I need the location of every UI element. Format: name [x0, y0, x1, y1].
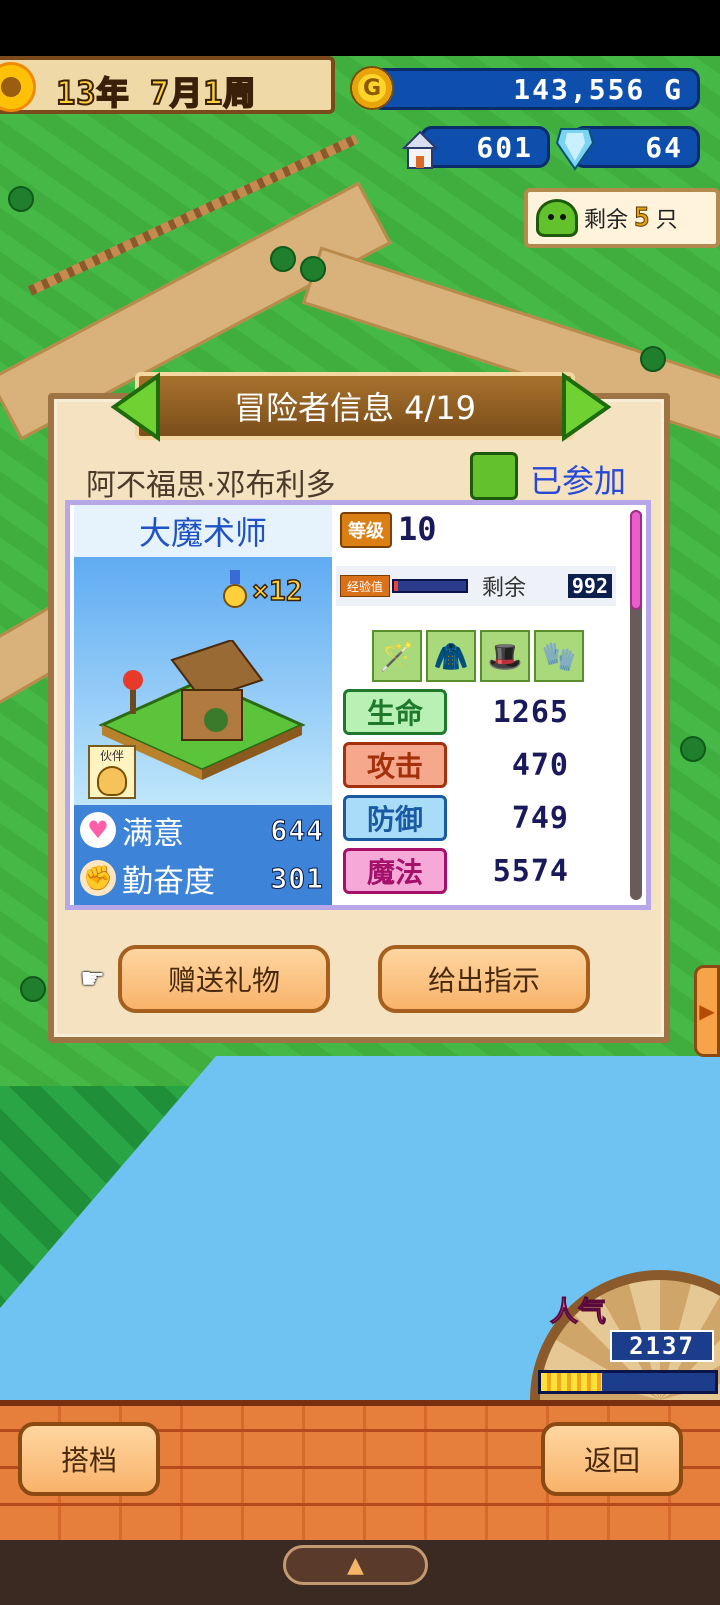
stat-value: 749	[511, 800, 569, 836]
tree-icon	[300, 256, 326, 282]
exp-tag: 经验值	[340, 575, 390, 597]
remaining-label: 剩余	[584, 208, 629, 233]
gold-coin-icon: G	[350, 66, 394, 110]
exp-row: 经验值 剩余 992	[336, 566, 616, 606]
stat-row: 攻击 470	[343, 740, 623, 790]
expand-up-button[interactable]: ▲	[283, 1545, 428, 1585]
stat-label: 魔法	[343, 848, 447, 894]
tree-icon	[20, 976, 46, 1002]
crystal-value: 64	[645, 130, 683, 164]
stat-label: 攻击	[343, 742, 447, 788]
next-adventurer-button[interactable]	[560, 372, 612, 442]
medal-count: ×12	[251, 573, 303, 608]
popularity-meter: 人气 2137	[520, 1270, 720, 1530]
robe-icon[interactable]: 🧥	[426, 630, 476, 682]
tree-icon	[640, 346, 666, 372]
slime-icon	[536, 199, 578, 237]
level-tag: 等级	[340, 512, 392, 548]
participation-status: 已参加	[530, 462, 627, 500]
remaining-unit: 只	[655, 208, 678, 233]
diligence-value: 301	[270, 861, 324, 895]
side-expand-tab[interactable]: ▶	[694, 965, 720, 1057]
date-display: 13年 7月1周	[0, 56, 335, 114]
medal-icon	[223, 570, 247, 608]
scrollbar[interactable]	[630, 510, 642, 900]
fist-icon: ✊	[80, 860, 116, 896]
scroll-thumb[interactable]	[630, 510, 642, 610]
remaining-value: 5	[634, 203, 651, 234]
gauntlet-icon[interactable]: 🧤	[534, 630, 584, 682]
tree-icon	[270, 246, 296, 272]
level-value: 10	[398, 510, 437, 548]
gold-counter: 143,556 G	[370, 68, 700, 110]
stat-value: 5574	[492, 853, 569, 889]
popularity-bar	[538, 1370, 718, 1394]
partner-badge[interactable]: 伙伴	[88, 745, 136, 799]
date-text: 13年 7月1周	[55, 73, 257, 113]
tree-icon	[8, 186, 34, 212]
hat-icon[interactable]: 🎩	[480, 630, 530, 682]
hero-class: 大魔术师	[74, 505, 332, 557]
crystal-icon	[555, 128, 595, 171]
satisfaction-value: 644	[270, 813, 324, 847]
exp-bar	[392, 579, 468, 593]
exp-remain-label: 剩余	[482, 576, 527, 601]
stat-label: 防御	[343, 795, 447, 841]
stat-row: 防御 749	[343, 793, 623, 843]
panel-title: 冒险者信息 4/19	[135, 372, 575, 440]
gold-value: 143,556 G	[513, 72, 683, 106]
staff-icon[interactable]: 🪄	[372, 630, 422, 682]
slime-icon	[470, 452, 518, 500]
satisfaction-row: ♥ 满意 644	[74, 805, 332, 855]
stat-value: 1265	[492, 694, 569, 730]
partner-button[interactable]: 搭档	[18, 1422, 160, 1496]
system-status-bar	[0, 0, 720, 56]
equipment-row: 🪄 🧥 🎩 🧤	[372, 630, 584, 682]
game-screen: 13年 7月1周 143,556 G G 601 64 剩余 5 只 冒险者信息…	[0, 0, 720, 1605]
back-button[interactable]: 返回	[541, 1422, 683, 1496]
stat-row: 魔法 5574	[343, 846, 623, 896]
popularity-label: 人气	[549, 1295, 607, 1329]
hero-name: 阿不福思·邓布利多	[86, 468, 336, 503]
exp-remain-value: 992	[567, 574, 612, 598]
stat-value: 470	[511, 747, 569, 783]
give-gift-button[interactable]: 赠送礼物	[118, 945, 330, 1013]
tree-icon	[680, 736, 706, 762]
prev-adventurer-button[interactable]	[110, 372, 162, 442]
remaining-monsters[interactable]: 剩余 5 只	[524, 188, 720, 248]
house-icon	[401, 130, 439, 169]
popularity-value: 2137	[610, 1330, 714, 1362]
partner-avatar	[97, 766, 127, 796]
stat-row: 生命 1265	[343, 687, 623, 737]
give-instruction-button[interactable]: 给出指示	[378, 945, 590, 1013]
diligence-row: ✊ 勤奋度 301	[74, 853, 332, 903]
sunflower-icon	[0, 62, 36, 112]
heart-icon: ♥	[80, 812, 116, 848]
house-value: 601	[476, 130, 533, 164]
stat-label: 生命	[343, 689, 447, 735]
